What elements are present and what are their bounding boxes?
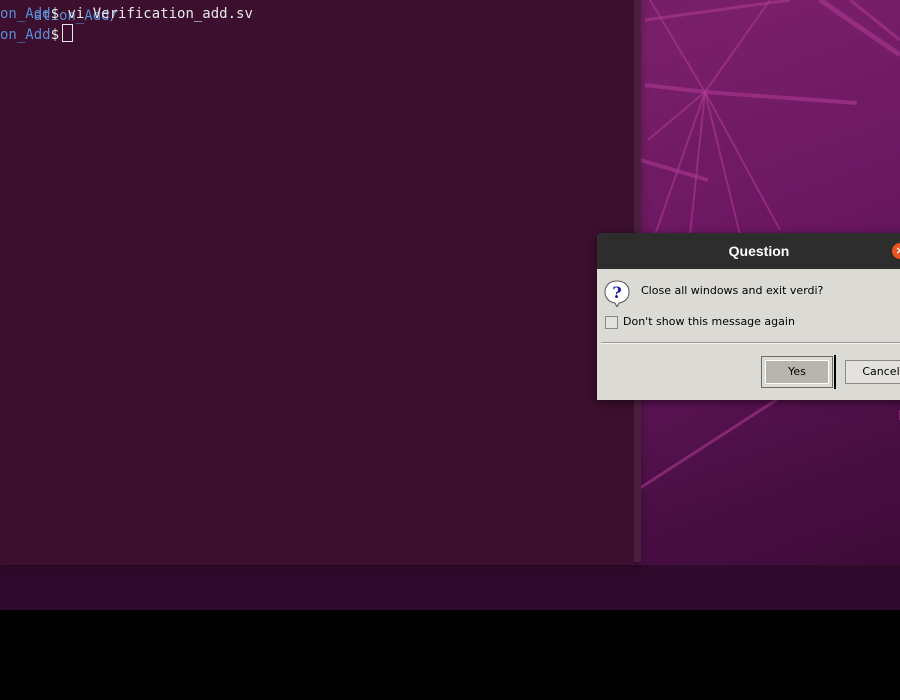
question-dialog: Question × ? Close all windows and exit …: [597, 233, 900, 400]
terminal-path: on_Add: [0, 6, 51, 22]
terminal-window[interactable]: ation_Add/ on_Add$ vi Verification_add.s…: [0, 0, 635, 565]
dialog-message: Close all windows and exit verdi?: [641, 284, 824, 297]
terminal-command: vi Verification_add.sv: [67, 6, 253, 22]
terminal-path: on_Add: [0, 27, 51, 43]
dont-show-again-checkbox[interactable]: [605, 316, 618, 329]
terminal-prompt: $: [50, 27, 60, 43]
terminal-cursor: [62, 24, 74, 42]
dialog-separator: [601, 342, 900, 344]
cancel-button[interactable]: Cancel: [845, 360, 900, 384]
dialog-title: Question: [728, 243, 790, 259]
terminal-prompt: $: [50, 6, 68, 22]
terminal-line-1: on_Add$ vi Verification_add.sv: [0, 6, 253, 22]
focus-indicator: [834, 355, 836, 389]
terminal-line-2: on_Add$: [0, 24, 74, 43]
dialog-titlebar[interactable]: Question ×: [597, 233, 900, 269]
question-icon: ?: [604, 280, 630, 307]
yes-button-label: Yes: [765, 360, 829, 384]
svg-text:?: ?: [612, 283, 621, 302]
dont-show-again-label[interactable]: Don't show this message again: [623, 315, 795, 328]
screen-black-area: [0, 610, 900, 700]
yes-button[interactable]: Yes: [761, 356, 833, 388]
desktop-bottom-band: [0, 565, 900, 610]
